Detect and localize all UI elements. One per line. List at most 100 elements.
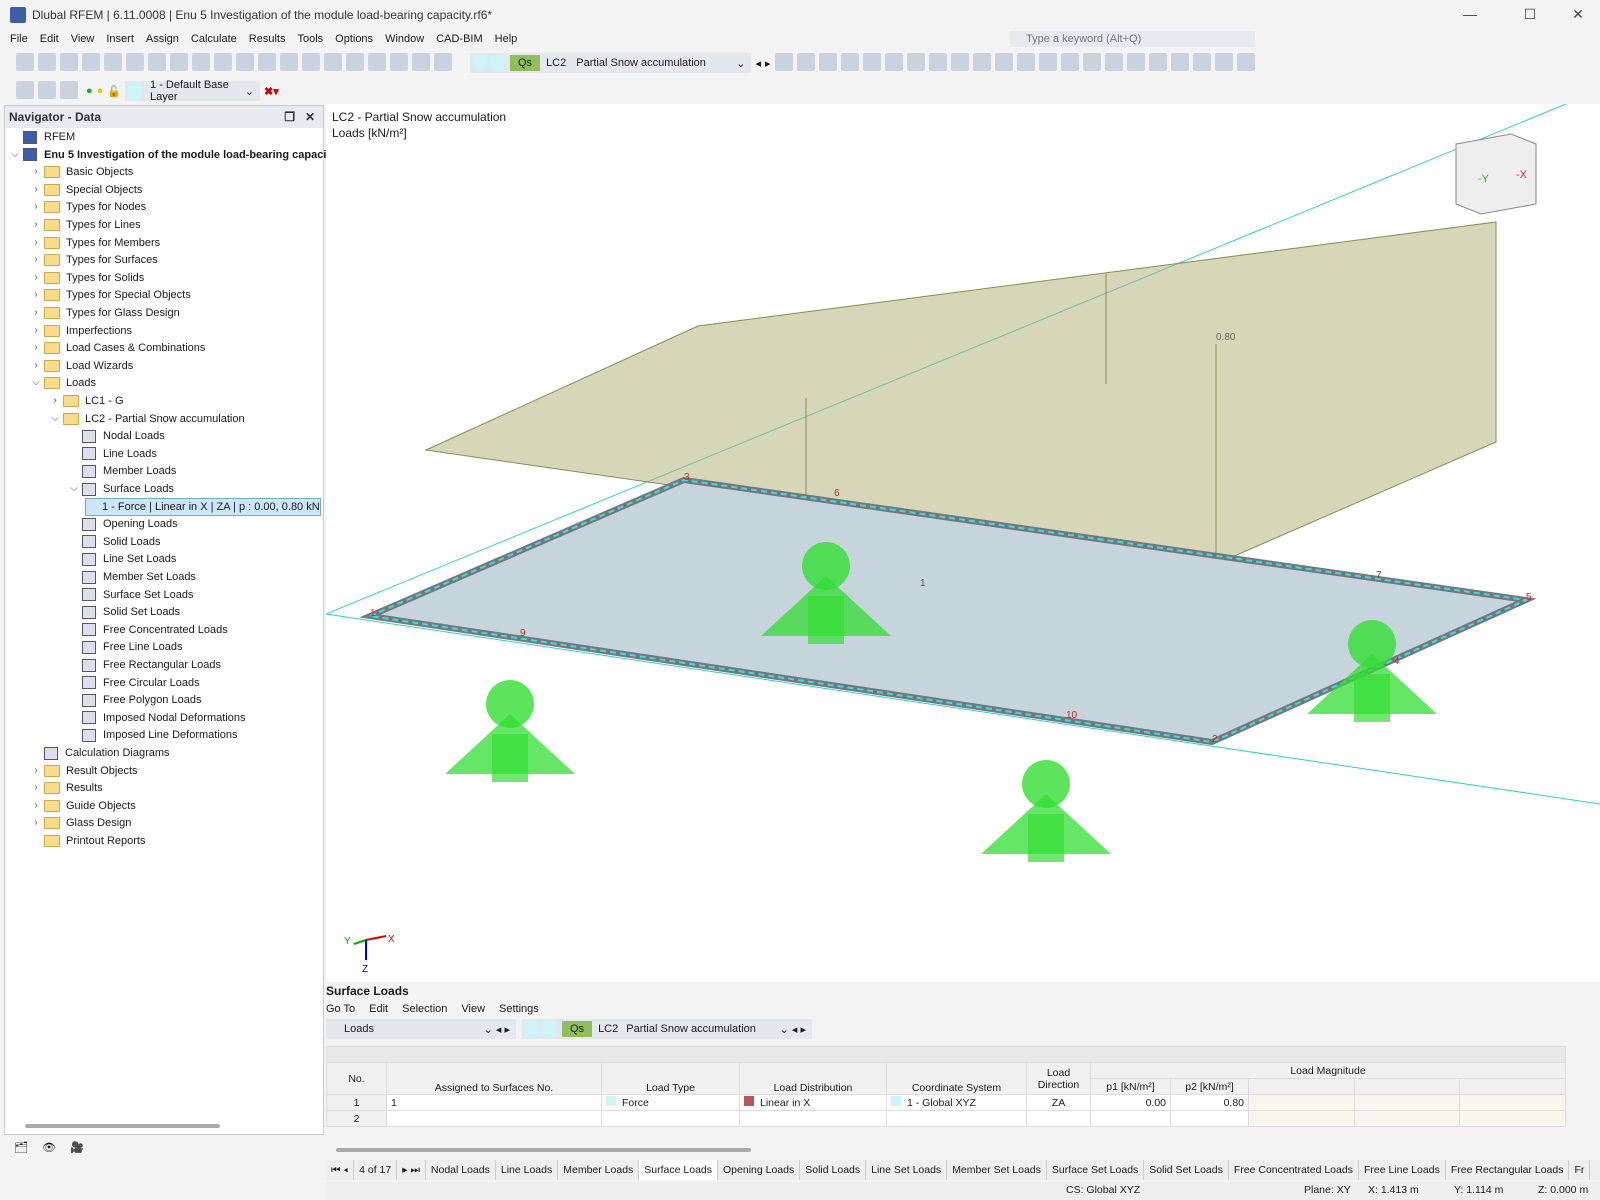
- tab-surface-loads[interactable]: Surface Loads: [639, 1160, 719, 1180]
- toolbar-button-icon[interactable]: [16, 52, 34, 71]
- search-input[interactable]: Type a keyword (Alt+Q): [1010, 31, 1255, 47]
- tab-member-set-loads[interactable]: Member Set Loads: [947, 1160, 1047, 1180]
- tab-line-set-loads[interactable]: Line Set Loads: [866, 1160, 948, 1180]
- nav-item[interactable]: › Glass Design: [28, 814, 131, 832]
- menu-results[interactable]: Results: [243, 33, 292, 45]
- chevron-right-icon[interactable]: ›: [28, 779, 44, 797]
- chevron-down-icon[interactable]: ⌵: [66, 480, 82, 498]
- nav-item[interactable]: › Guide Objects: [28, 797, 136, 815]
- toolbar-button-icon[interactable]: [126, 52, 144, 71]
- cell-p2[interactable]: 0.80: [1170, 1094, 1249, 1111]
- menu-options[interactable]: Options: [329, 33, 379, 45]
- tab-line-loads[interactable]: Line Loads: [496, 1160, 559, 1180]
- chevron-right-icon[interactable]: ›: [28, 322, 44, 340]
- minimize-button[interactable]: —: [1450, 6, 1490, 22]
- chevron-right-icon[interactable]: ›: [28, 251, 44, 269]
- menu-insert[interactable]: Insert: [100, 33, 140, 45]
- toolbar-button-icon[interactable]: [258, 52, 276, 71]
- nav-item[interactable]: › Types for Glass Design: [28, 304, 180, 322]
- toolbar-button-icon[interactable]: [390, 52, 408, 71]
- toolbar-button-icon[interactable]: [38, 52, 56, 71]
- cell-dist[interactable]: Linear in X: [739, 1094, 887, 1111]
- toolbar-button-icon[interactable]: [840, 52, 859, 71]
- toolbar-button-icon[interactable]: [170, 52, 188, 71]
- toolbar-button-icon[interactable]: [412, 52, 430, 71]
- toolbar-button-icon[interactable]: [1192, 52, 1211, 71]
- nav-item[interactable]: Member Set Loads: [66, 568, 196, 586]
- chevron-right-icon[interactable]: ›: [47, 392, 63, 410]
- nav-item[interactable]: Opening Loads: [66, 515, 178, 533]
- chevron-right-icon[interactable]: ›: [28, 269, 44, 287]
- toolbar-button-icon[interactable]: [192, 52, 210, 71]
- nav-item[interactable]: › Types for Surfaces: [28, 251, 158, 269]
- nav-item[interactable]: › Results: [28, 779, 103, 797]
- nav-item[interactable]: 1 - Force | Linear in X | ZA | p : 0.00,…: [85, 497, 321, 516]
- nav-item[interactable]: › Types for Nodes: [28, 198, 146, 216]
- cell-type[interactable]: Force: [601, 1094, 740, 1111]
- nav-item[interactable]: › Types for Members: [28, 234, 160, 252]
- toolbar-button-icon[interactable]: [1016, 52, 1035, 71]
- table-row[interactable]: 1 1 Force Linear in X1 - Global XYZ ZA 0.00 0.…: [326, 1094, 1566, 1111]
- nav-item[interactable]: Free Rectangular Loads: [66, 656, 221, 674]
- nav-item[interactable]: Nodal Loads: [66, 427, 165, 445]
- chevron-down-icon[interactable]: ⌵: [7, 146, 23, 164]
- toolbar-button-icon[interactable]: [214, 52, 232, 71]
- menu-edit[interactable]: Edit: [34, 33, 65, 45]
- nav-item[interactable]: ⌵ Surface Loads: [66, 480, 174, 498]
- toolbar-button-icon[interactable]: [60, 52, 78, 71]
- previous-lc-button[interactable]: ◂: [755, 57, 761, 70]
- toolbar-button-icon[interactable]: [1236, 52, 1255, 71]
- cell-cs[interactable]: 1 - Global XYZ: [886, 1094, 1027, 1111]
- cell-dir[interactable]: ZA: [1026, 1094, 1091, 1111]
- nav-item[interactable]: › Types for Solids: [28, 269, 144, 287]
- nav-item[interactable]: › Special Objects: [28, 181, 142, 199]
- menu-cad-bim[interactable]: CAD-BIM: [430, 33, 488, 45]
- nav-item[interactable]: › Basic Objects: [28, 163, 133, 181]
- nav-item[interactable]: Free Concentrated Loads: [66, 621, 228, 639]
- menu-file[interactable]: File: [4, 33, 34, 45]
- panel-menu-go-to[interactable]: Go To: [326, 1003, 355, 1015]
- restore-icon[interactable]: ❐: [284, 106, 295, 128]
- nav-item[interactable]: Solid Loads: [66, 533, 161, 551]
- chevron-down-icon[interactable]: ⌵: [28, 374, 44, 392]
- nav-item[interactable]: Line Loads: [66, 445, 157, 463]
- toolbar-button-icon[interactable]: [796, 52, 815, 71]
- nav-item[interactable]: ⌵ Loads: [28, 374, 96, 392]
- nav-item[interactable]: Imposed Line Deformations: [66, 726, 238, 744]
- nav-item[interactable]: Solid Set Loads: [66, 603, 180, 621]
- cell-p1[interactable]: 0.00: [1090, 1094, 1171, 1111]
- nav-item[interactable]: RFEM: [7, 128, 75, 146]
- toolbar-button-icon[interactable]: [302, 52, 320, 71]
- menu-view[interactable]: View: [65, 33, 101, 45]
- panel-menu-settings[interactable]: Settings: [499, 1003, 539, 1015]
- toolbar-button-icon[interactable]: [60, 80, 78, 99]
- toolbar-button-icon[interactable]: [346, 52, 364, 71]
- nav-item[interactable]: Imposed Nodal Deformations: [66, 709, 245, 727]
- model-scene[interactable]: 0.80 1 2 3 4 5 6 7 9 10 1 X Y Z -Y -X: [326, 104, 1600, 982]
- toolbar-button-icon[interactable]: [1170, 52, 1189, 71]
- chevron-right-icon[interactable]: ›: [28, 198, 44, 216]
- close-button[interactable]: ✕: [1558, 6, 1598, 23]
- chevron-right-icon[interactable]: ›: [28, 286, 44, 304]
- toolbar-button-icon[interactable]: [1082, 52, 1101, 71]
- nav-item[interactable]: › Load Cases & Combinations: [28, 339, 205, 357]
- toolbar-button-icon[interactable]: [368, 52, 386, 71]
- nav-item[interactable]: Free Polygon Loads: [66, 691, 201, 709]
- panel-menu-edit[interactable]: Edit: [369, 1003, 388, 1015]
- nav-item[interactable]: ⌵ LC2 - Partial Snow accumulation: [47, 410, 245, 428]
- toolbar-button-icon[interactable]: [1148, 52, 1167, 71]
- nav-item[interactable]: › Types for Special Objects: [28, 286, 191, 304]
- data-tab-icon[interactable]: 🗂: [14, 1141, 28, 1159]
- first-page-button[interactable]: ⏮ ◂: [326, 1160, 355, 1180]
- tab-opening-loads[interactable]: Opening Loads: [718, 1160, 801, 1180]
- menu-tools[interactable]: Tools: [291, 33, 329, 45]
- nav-item[interactable]: › LC1 - G: [47, 392, 124, 410]
- nav-item[interactable]: ⌵ Enu 5 Investigation of the module load-…: [7, 146, 326, 164]
- chevron-right-icon[interactable]: ›: [28, 234, 44, 252]
- toolbar-button-icon[interactable]: [82, 52, 100, 71]
- load-case-selector[interactable]: Qs LC2 Partial Snow accumulation ⌄: [470, 53, 752, 73]
- toolbar-button-icon[interactable]: [1126, 52, 1145, 71]
- chevron-right-icon[interactable]: ›: [28, 339, 44, 357]
- nav-item[interactable]: › Load Wizards: [28, 357, 133, 375]
- view-cube[interactable]: -Y -X: [1455, 133, 1537, 215]
